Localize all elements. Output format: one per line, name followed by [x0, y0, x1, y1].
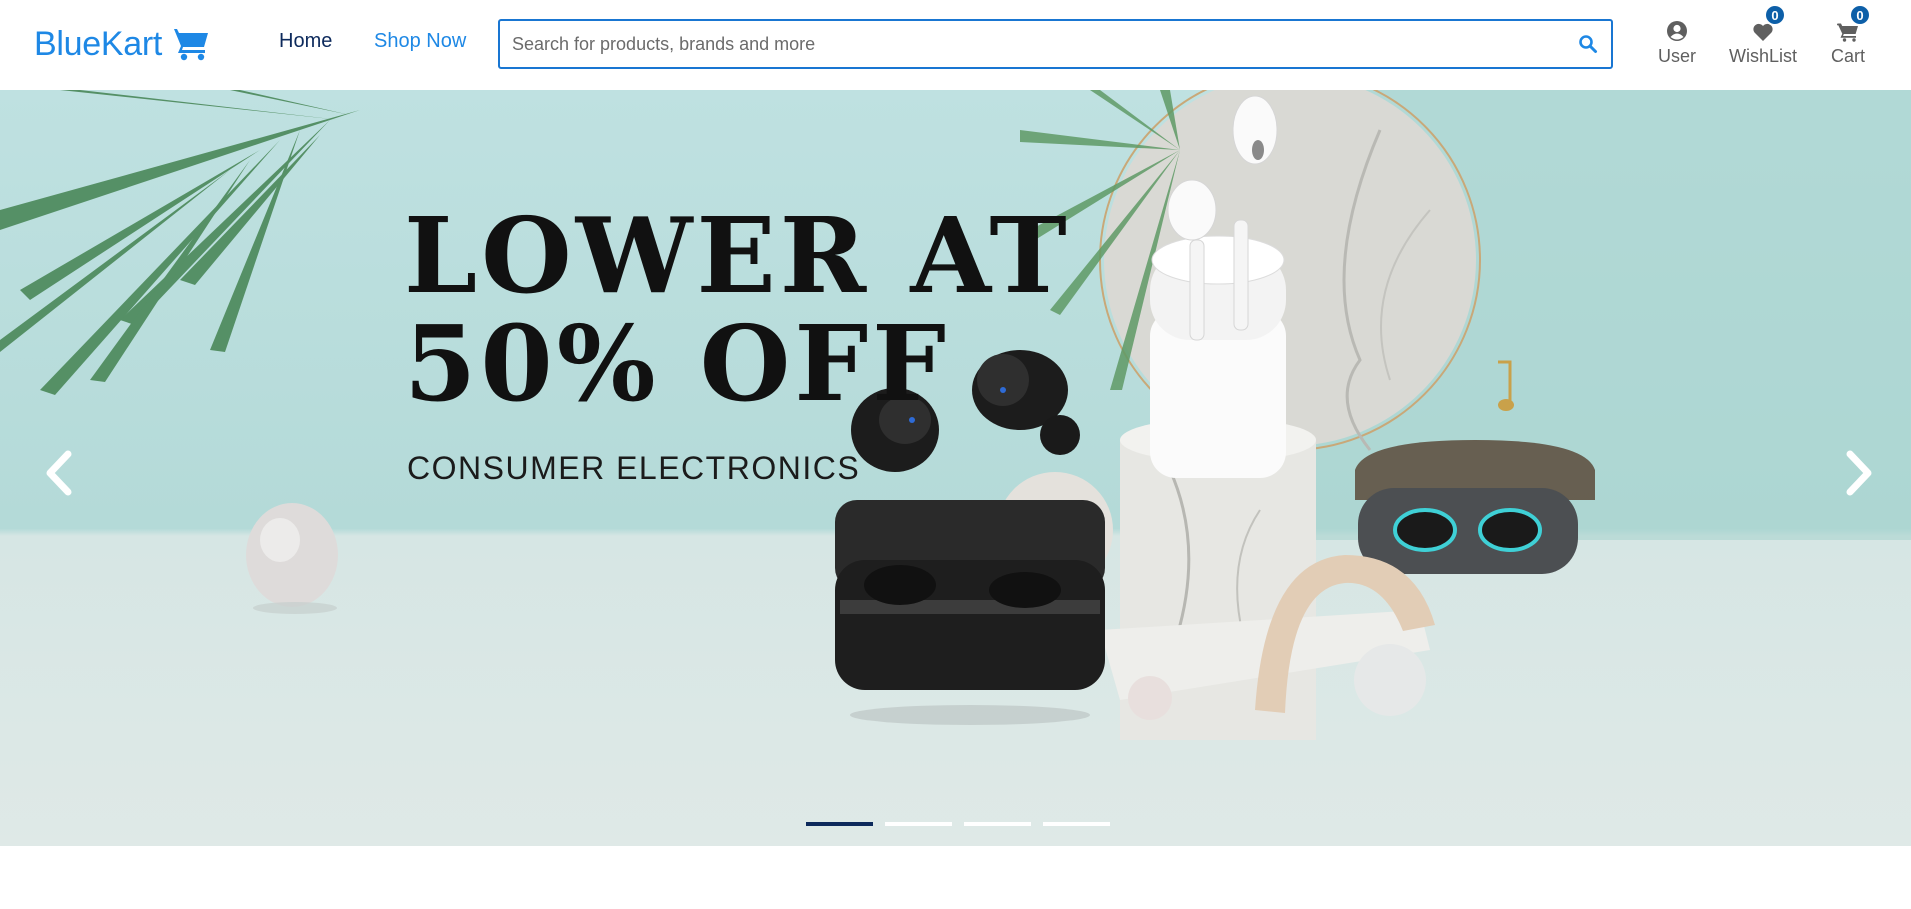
carousel-indicator-4[interactable] [1043, 822, 1110, 826]
headline-line-1: LOWER AT [404, 194, 1071, 317]
carousel-indicator-2[interactable] [885, 822, 952, 826]
carousel-indicators [806, 822, 1110, 826]
user-circle-icon [1666, 14, 1688, 42]
user-menu[interactable]: User [1658, 14, 1696, 67]
nav-shop-now-link[interactable]: Shop Now [374, 30, 466, 53]
shopping-cart-icon [170, 26, 210, 62]
cart-label: Cart [1831, 46, 1866, 66]
heart-icon: 0 [1752, 4, 1786, 42]
wishlist-button[interactable]: 0 WishList [1729, 4, 1798, 67]
wishlist-count-badge: 0 [1764, 4, 1786, 26]
top-header: BlueKart Home Shop Now User [0, 0, 1911, 90]
chevron-right-icon [1846, 450, 1872, 496]
wishlist-label: WishList [1729, 46, 1798, 66]
search-bar [498, 19, 1613, 69]
brand-logo[interactable]: BlueKart [34, 22, 210, 66]
nav-home-link[interactable]: Home [279, 30, 332, 53]
search-input[interactable] [500, 21, 1565, 67]
carousel-indicator-3[interactable] [964, 822, 1031, 826]
carousel-prev-button[interactable] [38, 443, 78, 503]
carousel-indicator-1[interactable] [806, 822, 873, 826]
headline-line-2: 50% OFF [404, 302, 951, 425]
banner-headline: LOWER AT 50% OFF [404, 202, 1071, 418]
chevron-left-icon [46, 450, 72, 496]
hero-carousel[interactable]: LOWER AT 50% OFF CONSUMER ELECTRONICS [0, 90, 1911, 846]
carousel-next-button[interactable] [1840, 443, 1880, 503]
logo-text: BlueKart [34, 24, 163, 63]
user-label: User [1658, 46, 1697, 66]
cart-icon: 0 [1837, 4, 1871, 42]
banner-subline: CONSUMER ELECTRONICS [407, 450, 861, 486]
cart-count-badge: 0 [1849, 4, 1871, 26]
search-icon[interactable] [1565, 21, 1611, 67]
cart-button[interactable]: 0 Cart [1831, 4, 1871, 67]
